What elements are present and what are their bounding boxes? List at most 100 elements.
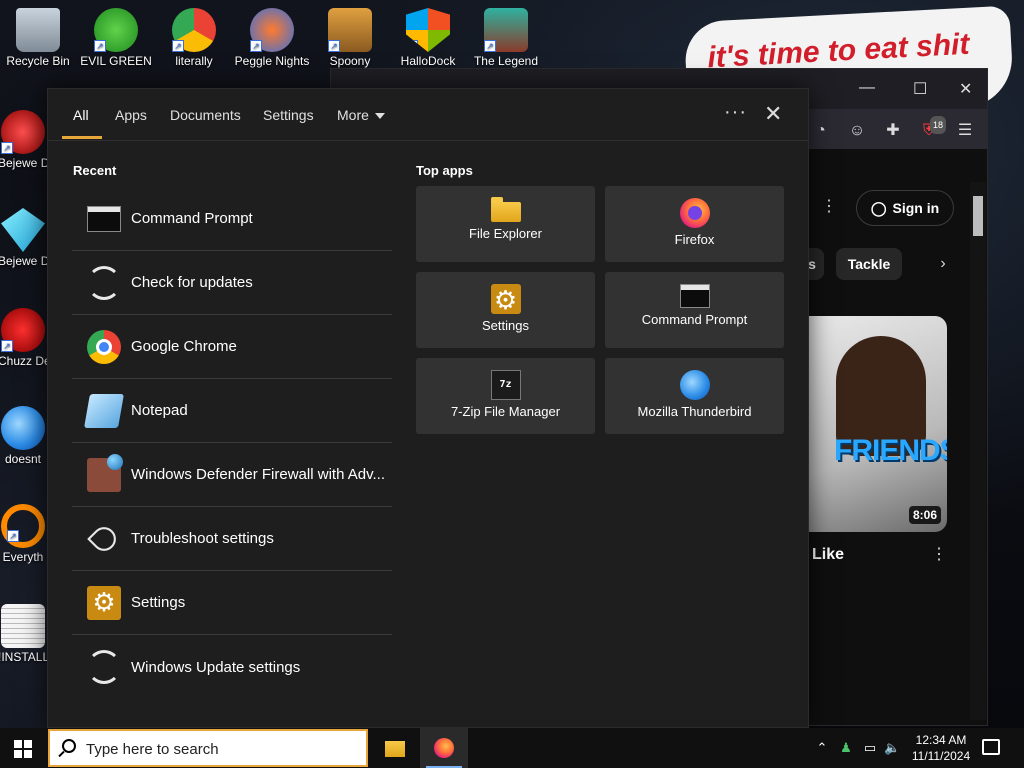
- recent-item-firewall[interactable]: Windows Defender Firewall with Adv...: [72, 443, 392, 507]
- top-app-file-explorer[interactable]: File Explorer: [416, 186, 595, 262]
- video-title[interactable]: Like: [812, 546, 844, 564]
- system-clock[interactable]: 12:34 AM 11/11/2024: [908, 732, 974, 764]
- recent-item-windows-update-settings[interactable]: Windows Update settings: [72, 635, 392, 699]
- shortcut-arrow-icon: ↗: [250, 40, 262, 52]
- filter-chip-tackle[interactable]: Tackle: [836, 248, 902, 280]
- desktop-icon-spoony[interactable]: ↗ Spoony: [312, 8, 388, 68]
- desktop-icon-label: doesnt: [4, 452, 42, 466]
- pie-chart-icon[interactable]: ◔: [812, 122, 830, 140]
- firefox-icon: [679, 198, 710, 228]
- chevron-right-icon[interactable]: ›: [934, 255, 952, 273]
- desktop-icon-evil-green[interactable]: ↗ EVIL GREEN: [78, 8, 154, 68]
- desktop-icon-label: Bejewe Delux: [0, 156, 48, 170]
- top-app-command-prompt[interactable]: Command Prompt: [605, 272, 784, 348]
- close-icon[interactable]: ✕: [764, 101, 782, 127]
- tab-documents[interactable]: Documents: [170, 107, 241, 123]
- tab-settings[interactable]: Settings: [263, 107, 314, 123]
- windows-start-icon[interactable]: [14, 740, 32, 758]
- taskbar-search-input[interactable]: [86, 739, 356, 759]
- chrome-icon: ↗: [172, 8, 216, 52]
- tab-all[interactable]: All: [73, 107, 89, 123]
- peggle-icon: ↗: [250, 8, 294, 52]
- top-app-label: Settings: [482, 318, 529, 333]
- diamond-icon: [1, 208, 45, 252]
- close-window-icon[interactable]: ✕: [959, 79, 972, 99]
- desktop-icon-label: EVIL GREEN: [80, 54, 152, 68]
- maximize-icon[interactable]: ☐: [913, 79, 927, 99]
- search-icon: [62, 739, 76, 753]
- start-search-panel: All Apps Documents Settings More ··· ✕ R…: [47, 88, 809, 728]
- taskbar-firefox[interactable]: [420, 728, 468, 768]
- desktop-icon-literally[interactable]: ↗ literally: [156, 8, 232, 68]
- recent-item-label: Command Prompt: [131, 210, 253, 227]
- desktop-icon-peggle-nights[interactable]: ↗ Peggle Nights: [234, 8, 310, 68]
- top-app-thunderbird[interactable]: Mozilla Thunderbird: [605, 358, 784, 434]
- desktop-icon-hallodock[interactable]: ↗ HalloDock: [390, 8, 466, 68]
- desktop-icon-the-legend[interactable]: ↗ The Legend: [468, 8, 544, 68]
- desktop-icon-label: Peggle Nights: [234, 54, 310, 68]
- minimize-icon[interactable]: —: [859, 79, 875, 97]
- shortcut-arrow-icon: ↗: [94, 40, 106, 52]
- desktop-icon-chuzzle[interactable]: ↗ Chuzz Delux: [0, 308, 48, 368]
- notification-icon[interactable]: [982, 739, 1000, 755]
- extensions-icon[interactable]: ✚: [884, 122, 902, 140]
- people-icon[interactable]: ♟: [838, 740, 854, 756]
- browser-scrollbar[interactable]: [970, 182, 986, 720]
- recent-item-settings[interactable]: Settings: [72, 571, 392, 635]
- taskbar-file-explorer[interactable]: [371, 728, 419, 768]
- menu-icon[interactable]: ☰: [956, 122, 974, 140]
- recent-item-label: Troubleshoot settings: [131, 530, 274, 547]
- shortcut-arrow-icon: ↗: [1, 340, 13, 352]
- desktop-icon-doesnt[interactable]: doesnt: [0, 406, 48, 466]
- recent-item-troubleshoot-settings[interactable]: Troubleshoot settings: [72, 507, 392, 571]
- tab-more[interactable]: More: [337, 107, 385, 123]
- recent-item-check-for-updates[interactable]: Check for updates: [72, 251, 392, 315]
- taskbar-search-box[interactable]: [48, 729, 368, 767]
- desktop-icon-recycle-bin[interactable]: Recycle Bin: [0, 8, 76, 68]
- desktop-icon-install[interactable]: !INSTALL: [0, 604, 48, 664]
- recent-item-label: Google Chrome: [131, 338, 237, 355]
- top-app-settings[interactable]: Settings: [416, 272, 595, 348]
- scrollbar-thumb[interactable]: [973, 196, 983, 236]
- search-magnifier-icon: ↗: [1, 504, 45, 548]
- top-app-firefox[interactable]: Firefox: [605, 186, 784, 262]
- desktop-icon-label: The Legend: [473, 54, 539, 68]
- account-icon[interactable]: ☺: [848, 122, 866, 140]
- desktop-icon-bejeweled-1[interactable]: ↗ Bejewe Delux: [0, 110, 48, 170]
- chevron-up-icon[interactable]: ⌃: [814, 740, 830, 756]
- more-options-icon[interactable]: ···: [724, 101, 747, 124]
- video-thumbnail[interactable]: FRIENDS 8:06: [808, 316, 947, 532]
- recent-item-label: Check for updates: [131, 274, 253, 291]
- settings-gear-icon: [490, 284, 521, 314]
- recent-item-label: Windows Defender Firewall with Adv...: [131, 466, 385, 483]
- gem-icon: ↗: [1, 110, 45, 154]
- volume-icon[interactable]: 🔈: [884, 740, 900, 756]
- wrench-icon: [87, 521, 121, 556]
- desktop-icon-everything[interactable]: ↗ Everyth: [0, 504, 48, 564]
- tab-apps[interactable]: Apps: [115, 107, 147, 123]
- desktop-icon-bejeweled-2[interactable]: Bejewe Delux: [0, 208, 48, 268]
- sync-icon: [87, 265, 121, 300]
- recent-item-google-chrome[interactable]: Google Chrome: [72, 315, 392, 379]
- taskbar: ⌃ ♟ ▭ 🔈 12:34 AM 11/11/2024: [0, 728, 1024, 768]
- recent-list: Command Prompt Check for updates Google …: [72, 187, 392, 699]
- ublock-icon[interactable]: ⛨ 18: [920, 116, 946, 140]
- chuzzle-icon: ↗: [1, 308, 45, 352]
- more-vertical-icon[interactable]: ⋮: [820, 198, 838, 216]
- recent-item-notepad[interactable]: Notepad: [72, 379, 392, 443]
- more-vertical-icon[interactable]: ⋮: [930, 546, 948, 564]
- recent-item-label: Settings: [131, 594, 186, 611]
- desktop-icon-label: HalloDock: [400, 54, 456, 68]
- command-prompt-icon: [87, 205, 121, 232]
- network-icon[interactable]: ▭: [862, 740, 878, 756]
- clock-time: 12:34 AM: [915, 733, 967, 747]
- top-app-label: Mozilla Thunderbird: [637, 404, 752, 419]
- top-app-7zip[interactable]: 7-Zip File Manager: [416, 358, 595, 434]
- recent-item-command-prompt[interactable]: Command Prompt: [72, 187, 392, 251]
- sign-in-label: Sign in: [892, 200, 940, 216]
- top-app-label: Firefox: [674, 232, 715, 247]
- notepad-icon: [84, 393, 124, 428]
- game-character-icon: ↗: [484, 8, 528, 52]
- sign-in-button[interactable]: ◯ Sign in: [856, 190, 954, 226]
- thunderbird-icon: [1, 406, 45, 450]
